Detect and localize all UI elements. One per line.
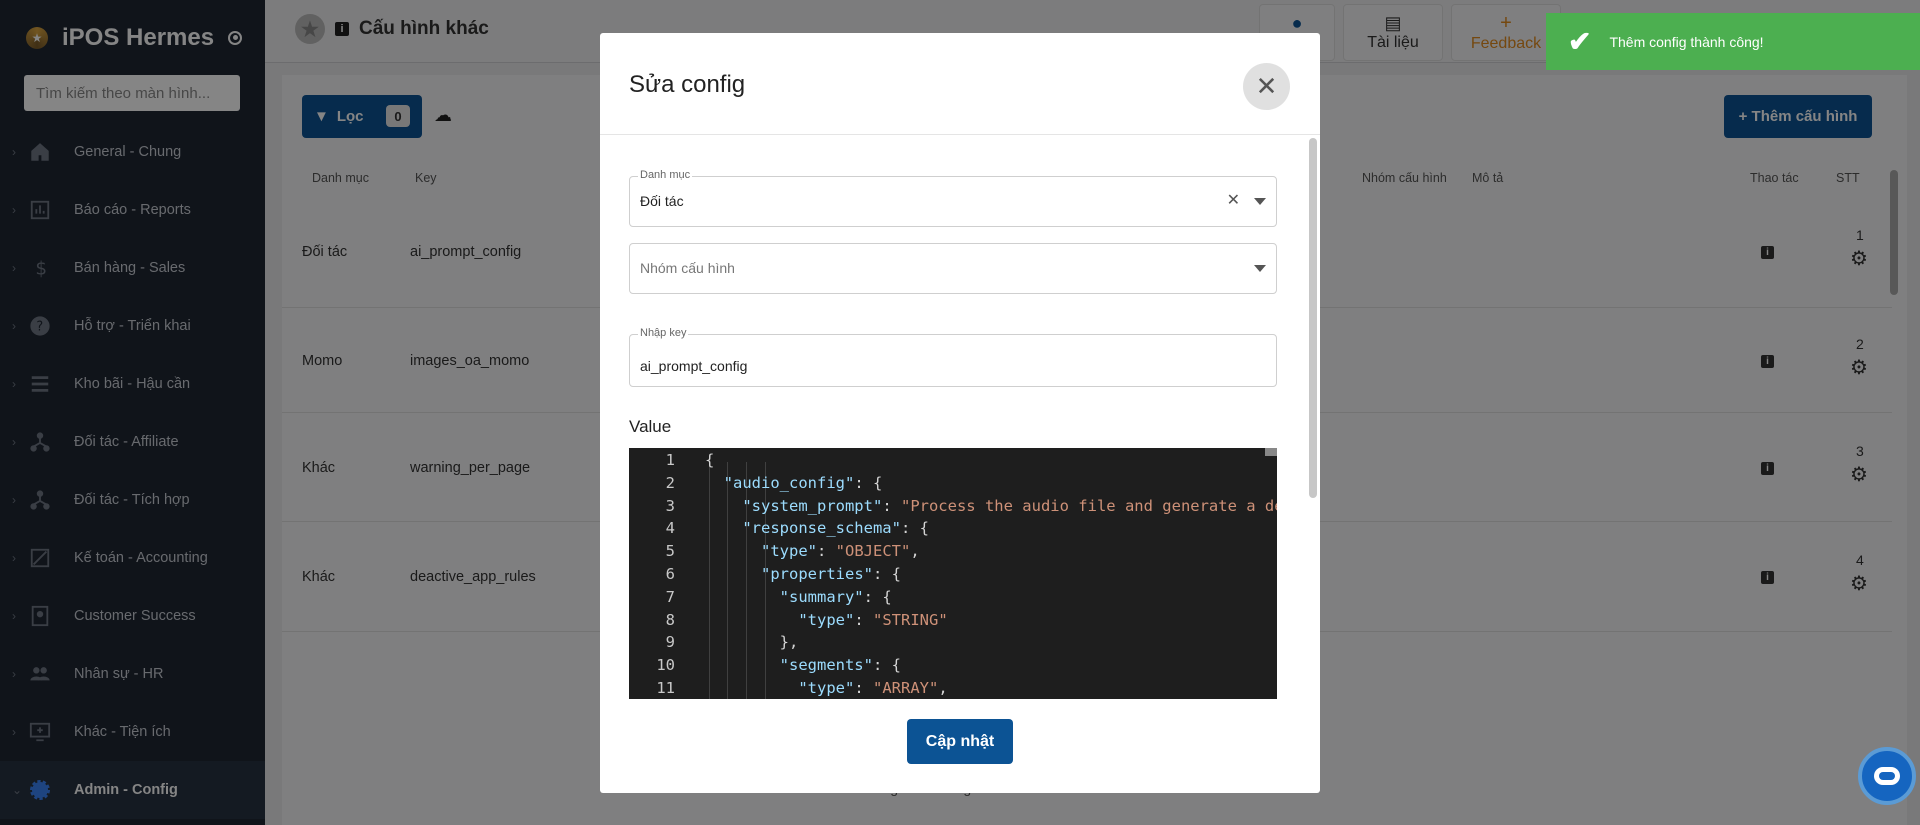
- line-number: 4: [665, 519, 675, 538]
- code-line: "properties": {: [761, 565, 901, 583]
- dialog-title: Sửa config: [629, 71, 746, 98]
- dialog-body: Danh mục Đối tác ✕ Nhóm cấu hình Nhập ke…: [600, 134, 1320, 699]
- check-icon: ✔: [1568, 26, 1592, 57]
- update-button[interactable]: Cập nhật: [907, 719, 1013, 764]
- robot-icon: [1874, 767, 1900, 785]
- editor-scroll-thumb[interactable]: [1265, 448, 1277, 456]
- line-number: 8: [665, 610, 675, 629]
- code-line: "type": "ARRAY",: [798, 679, 948, 697]
- line-number: 6: [665, 565, 675, 583]
- line-number: 2: [665, 473, 675, 492]
- close-icon[interactable]: ✕: [1243, 63, 1290, 110]
- line-number: 10: [656, 656, 675, 675]
- line-number: 7: [665, 587, 675, 606]
- code-line: {: [705, 451, 715, 469]
- group-select[interactable]: Nhóm cấu hình: [629, 243, 1277, 294]
- category-value: Đối tác: [640, 193, 684, 209]
- code-line: },: [705, 633, 799, 652]
- key-label: Nhập key: [638, 327, 689, 339]
- chevron-down-icon[interactable]: [1254, 265, 1266, 272]
- line-number: 5: [665, 542, 675, 561]
- chatbot-button[interactable]: [1858, 747, 1916, 805]
- line-number: 3: [665, 496, 675, 515]
- code-line: "segments": {: [779, 656, 901, 675]
- category-select[interactable]: Danh mục Đối tác ✕: [629, 169, 1277, 227]
- value-label: Value: [629, 417, 672, 436]
- code-line: "type": "OBJECT",: [761, 542, 920, 561]
- line-number: 1: [665, 451, 675, 469]
- line-number: 9: [665, 633, 675, 652]
- edit-config-dialog: Sửa config ✕ Danh mục Đối tác ✕ Nhóm cấu…: [600, 33, 1320, 793]
- clear-icon[interactable]: ✕: [1227, 190, 1240, 210]
- code-line: "system_prompt": "Process the audio file…: [742, 496, 1277, 515]
- line-number: 11: [656, 679, 675, 697]
- success-toast: ✔ Thêm config thành công!: [1546, 13, 1920, 70]
- code-line: "audio_config": {: [723, 473, 883, 492]
- code-line: "summary": {: [779, 587, 892, 606]
- category-label: Danh mục: [638, 169, 693, 181]
- dialog-scrollbar[interactable]: [1309, 138, 1317, 498]
- toast-message: Thêm config thành công!: [1609, 33, 1764, 50]
- code-line: "type": "STRING": [798, 610, 948, 629]
- chevron-down-icon[interactable]: [1254, 198, 1266, 205]
- code-line: "response_schema": {: [742, 519, 929, 538]
- key-value: ai_prompt_config: [640, 358, 748, 374]
- key-field[interactable]: Nhập key ai_prompt_config: [629, 327, 1277, 387]
- json-code-editor[interactable]: 1 {2 "audio_config": { 3 "system_prompt": …: [629, 448, 1277, 699]
- group-placeholder: Nhóm cấu hình: [640, 260, 735, 276]
